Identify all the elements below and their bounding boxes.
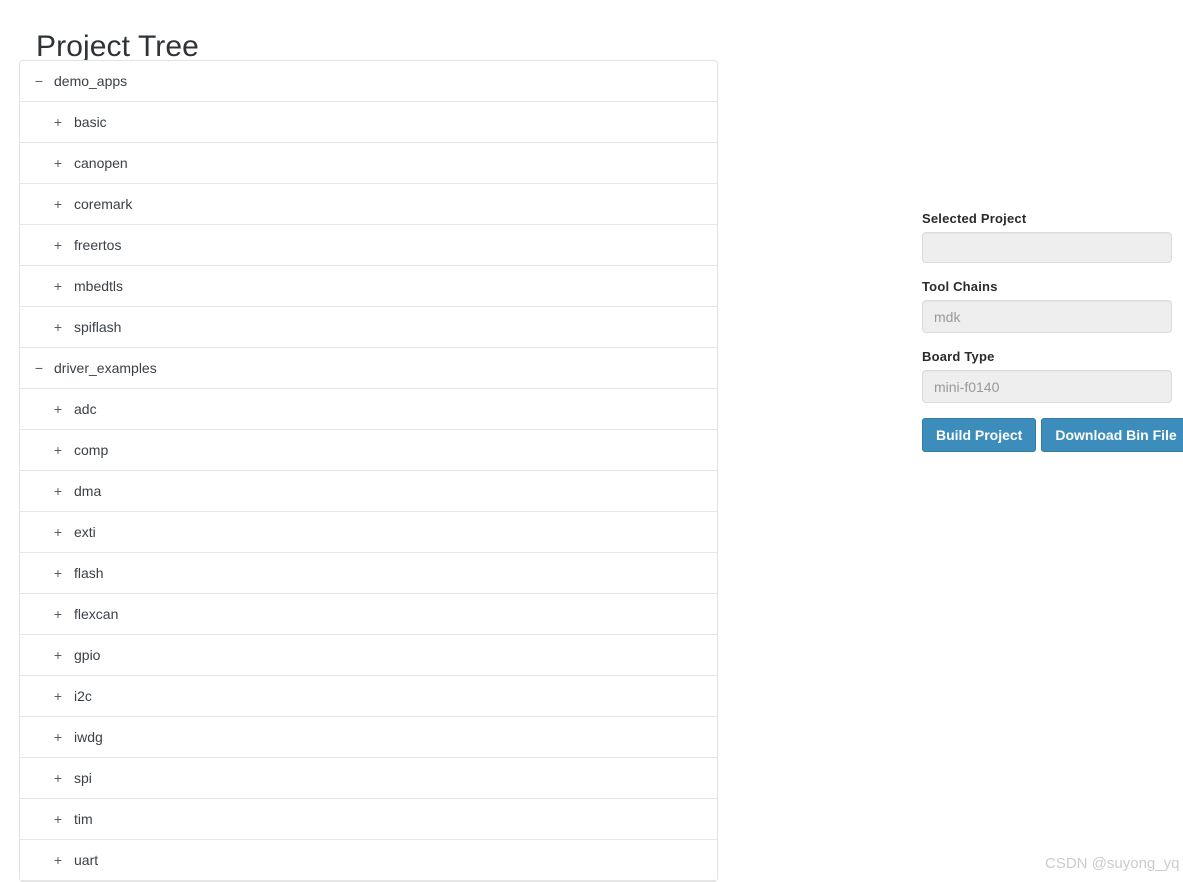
expand-icon[interactable]: + bbox=[52, 143, 64, 184]
tree-node-iwdg[interactable]: + iwdg bbox=[20, 717, 717, 758]
expand-icon[interactable]: + bbox=[52, 512, 64, 553]
tree-node-label: driver_examples bbox=[54, 360, 157, 376]
expand-icon[interactable]: + bbox=[52, 635, 64, 676]
expand-icon[interactable]: + bbox=[52, 471, 64, 512]
tree-node-spiflash[interactable]: + spiflash bbox=[20, 307, 717, 348]
tree-node-label: gpio bbox=[74, 647, 101, 663]
tree-node-label: iwdg bbox=[74, 729, 103, 745]
tree-node-demo_apps[interactable]: − demo_apps bbox=[20, 61, 717, 102]
tool-chains-field-group: Tool Chains bbox=[922, 279, 1172, 333]
download-bin-file-button[interactable]: Download Bin File bbox=[1041, 418, 1183, 452]
tree-node-label: exti bbox=[74, 524, 96, 540]
expand-icon[interactable]: + bbox=[52, 553, 64, 594]
project-tree-list: − demo_apps + basic + canopen + coremark + freert… bbox=[19, 60, 718, 882]
tree-node-exti[interactable]: + exti bbox=[20, 512, 717, 553]
collapse-icon[interactable]: − bbox=[33, 348, 45, 389]
tree-node-label: demo_apps bbox=[54, 73, 128, 89]
tree-node-tim[interactable]: + tim bbox=[20, 799, 717, 840]
tree-node-dma[interactable]: + dma bbox=[20, 471, 717, 512]
expand-icon[interactable]: + bbox=[52, 225, 64, 266]
expand-icon[interactable]: + bbox=[52, 717, 64, 758]
project-tree-page: Project Tree − demo_apps + basic + canopen + co… bbox=[0, 0, 1183, 882]
expand-icon[interactable]: + bbox=[52, 594, 64, 635]
selected-project-label: Selected Project bbox=[922, 211, 1027, 226]
tree-node-label: comp bbox=[74, 442, 109, 458]
tree-node-i2c[interactable]: + i2c bbox=[20, 676, 717, 717]
tree-node-label: spiflash bbox=[74, 319, 122, 335]
tree-node-flash[interactable]: + flash bbox=[20, 553, 717, 594]
tree-node-flexcan[interactable]: + flexcan bbox=[20, 594, 717, 635]
tree-node-label: flexcan bbox=[74, 606, 119, 622]
tree-node-basic[interactable]: + basic bbox=[20, 102, 717, 143]
tree-node-mbedtls[interactable]: + mbedtls bbox=[20, 266, 717, 307]
expand-icon[interactable]: + bbox=[52, 184, 64, 225]
expand-icon[interactable]: + bbox=[52, 676, 64, 717]
tree-node-coremark[interactable]: + coremark bbox=[20, 184, 717, 225]
tree-node-comp[interactable]: + comp bbox=[20, 430, 717, 471]
tree-node-label: mbedtls bbox=[74, 278, 124, 294]
board-type-label: Board Type bbox=[922, 349, 995, 364]
expand-icon[interactable]: + bbox=[52, 758, 64, 799]
watermark: CSDN @suyong_yq bbox=[1045, 855, 1180, 872]
expand-icon[interactable]: + bbox=[52, 266, 64, 307]
tool-chains-label: Tool Chains bbox=[922, 279, 998, 294]
tree-node-uart[interactable]: + uart bbox=[20, 840, 717, 881]
tree-node-label: coremark bbox=[74, 196, 133, 212]
selected-project-field-group: Selected Project bbox=[922, 211, 1172, 263]
tool-chains-input[interactable] bbox=[922, 300, 1172, 333]
tree-node-label: uart bbox=[74, 852, 99, 868]
tree-node-label: spi bbox=[74, 770, 92, 786]
expand-icon[interactable]: + bbox=[52, 799, 64, 840]
board-type-field-group: Board Type bbox=[922, 349, 1172, 403]
expand-icon[interactable]: + bbox=[52, 102, 64, 143]
expand-icon[interactable]: + bbox=[52, 389, 64, 430]
action-button-row: Build Project Download Bin File bbox=[922, 418, 1183, 452]
tree-node-label: freertos bbox=[74, 237, 122, 253]
collapse-icon[interactable]: − bbox=[33, 61, 45, 102]
tree-node-adc[interactable]: + adc bbox=[20, 389, 717, 430]
expand-icon[interactable]: + bbox=[52, 840, 64, 881]
tree-node-label: adc bbox=[74, 401, 97, 417]
project-config-panel: Selected Project Tool Chains Board Type … bbox=[922, 211, 1183, 452]
tree-node-spi[interactable]: + spi bbox=[20, 758, 717, 799]
expand-icon[interactable]: + bbox=[52, 307, 64, 348]
tree-node-label: canopen bbox=[74, 155, 128, 171]
board-type-input[interactable] bbox=[922, 370, 1172, 403]
tree-node-label: i2c bbox=[74, 688, 92, 704]
tree-node-label: dma bbox=[74, 483, 102, 499]
selected-project-input[interactable] bbox=[922, 232, 1172, 263]
tree-node-label: basic bbox=[74, 114, 107, 130]
build-project-button[interactable]: Build Project bbox=[922, 418, 1037, 452]
tree-node-label: tim bbox=[74, 811, 93, 827]
tree-node-driver_examples[interactable]: − driver_examples bbox=[20, 348, 717, 389]
expand-icon[interactable]: + bbox=[52, 430, 64, 471]
tree-node-label: flash bbox=[74, 565, 104, 581]
tree-node-gpio[interactable]: + gpio bbox=[20, 635, 717, 676]
project-tree-panel: − demo_apps + basic + canopen + coremark + freert… bbox=[19, 60, 718, 882]
tree-node-freertos[interactable]: + freertos bbox=[20, 225, 717, 266]
tree-node-canopen[interactable]: + canopen bbox=[20, 143, 717, 184]
